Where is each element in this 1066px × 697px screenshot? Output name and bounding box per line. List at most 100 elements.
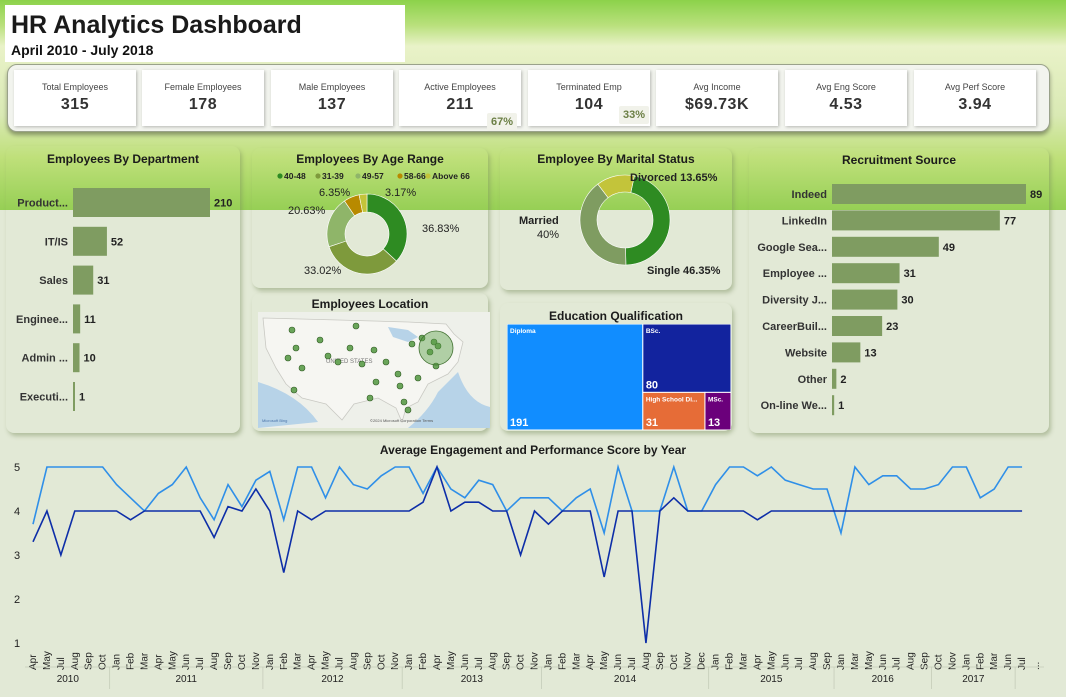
x-tick-label: Jul [1017, 657, 1028, 670]
legend-label: Above 66 [432, 171, 470, 181]
bar-value-label: 52 [111, 236, 123, 248]
bar [832, 395, 835, 416]
bar-value-label: 210 [214, 198, 232, 210]
bar-category-label: LinkedIn [782, 215, 828, 227]
bar-category-label: On-line We... [761, 400, 827, 412]
page-title: HR Analytics Dashboard [11, 11, 302, 39]
terminated-pct-badge: 33% [619, 106, 650, 124]
y-tick-label: 2 [14, 594, 20, 606]
bar-value-label: 31 [97, 275, 109, 287]
bar [832, 289, 898, 310]
bar [832, 342, 861, 363]
kpi-value: $69.73K [685, 96, 749, 113]
donut-data-label: 33.02% [304, 265, 342, 277]
kpi-card[interactable]: Avg Income $69.73K [656, 70, 778, 126]
kpi-value: 211 [446, 96, 474, 113]
legend-marker [277, 173, 283, 179]
bar-category-label: Enginee... [16, 314, 68, 326]
map-credit: Microsoft Bing [262, 418, 287, 423]
age-card: Employees By Age Range 40-48 31-39 49-57 58… [252, 148, 488, 288]
map-marker [400, 398, 408, 406]
bar [73, 188, 210, 217]
kpi-label: Avg Income [693, 82, 741, 92]
donut-data-label: 20.63% [288, 205, 326, 217]
x-tick-label: Jun [878, 654, 889, 670]
map-marker [284, 354, 292, 362]
legend-label: 40-48 [284, 171, 306, 181]
x-tick-label: Apr [752, 654, 763, 670]
score-trend-chart: 12345Apr May Jul Aug Sep Oct Jan Feb Mar Apr May Ju… [14, 462, 1044, 689]
map-marker [358, 360, 366, 368]
bar [73, 265, 94, 295]
map-country-label: UNITED STATES [326, 359, 372, 365]
legend-marker [355, 173, 361, 179]
x-tick-label: Jul [474, 657, 485, 670]
bar [73, 226, 107, 256]
bar-category-label: Indeed [792, 189, 827, 201]
y-tick-label: 3 [14, 550, 20, 562]
bar-category-label: Sales [39, 275, 68, 287]
treemap-label: High School Di... [646, 396, 698, 403]
kpi-card[interactable]: Total Employees 315 [14, 70, 136, 126]
y-tick-label: 1 [14, 638, 20, 650]
bar-value-label: 10 [84, 353, 96, 365]
map-marker [370, 346, 378, 354]
y-tick-label: 4 [14, 506, 20, 518]
x-tick-label: Jan [961, 654, 972, 670]
marital-card: Employee By Marital Status Single 46.35%… [500, 148, 732, 290]
bar [832, 210, 1000, 231]
x-tick-label: Jan [265, 654, 276, 670]
x-tick-label: Jan [543, 654, 554, 670]
x-tick-label: Oct [516, 654, 527, 670]
map-marker [298, 364, 306, 372]
x-tick-label: Jul [195, 657, 206, 670]
recruitment-card: Recruitment Source Indeed 89 LinkedIn 77 Goo… [749, 148, 1049, 433]
x-tick-label: Jun [780, 654, 791, 670]
kpi-card[interactable]: Male Employees 137 [271, 70, 393, 126]
x-tick-label: Jul [794, 657, 805, 670]
map-marker [346, 344, 354, 352]
map-marker [334, 358, 342, 366]
kpi-card[interactable]: Female Employees 178 [142, 70, 264, 126]
department-chart: Product... 210 IT/IS 52 Sales 31 Enginee... 11 A… [16, 188, 232, 411]
bar-category-label: IT/IS [45, 236, 68, 248]
x-tick-label: Oct [933, 654, 944, 670]
x-tick-label: Apr [585, 654, 596, 670]
treemap-cell [507, 324, 644, 430]
bar-category-label: Google Sea... [757, 242, 827, 254]
x-tick-label: Apr [28, 654, 39, 670]
year-label: 2012 [321, 674, 344, 685]
x-tick-label: Jul [334, 657, 345, 670]
map-marker [396, 382, 404, 390]
map-cluster-marker [418, 330, 454, 366]
kpi-card[interactable]: Avg Eng Score 4.53 [785, 70, 907, 126]
legend-label: 31-39 [322, 171, 344, 181]
x-tick-label: Jul [56, 657, 67, 670]
legend-marker [425, 173, 431, 179]
map-marker [292, 344, 300, 352]
donut-data-label: Married [519, 215, 559, 227]
bar [73, 382, 75, 411]
map-marker [290, 386, 298, 394]
bar [832, 236, 939, 257]
legend-marker [397, 173, 403, 179]
bar-value-label: 13 [864, 347, 876, 359]
year-label: 2015 [760, 674, 783, 685]
map-marker [324, 352, 332, 360]
bar-category-label: Product... [17, 198, 68, 210]
location-map[interactable]: UNITED STATES Microsoft Bing ©2024 Micro… [258, 312, 490, 428]
map-marker [408, 340, 416, 348]
year-label: 2017 [962, 674, 985, 685]
bar-category-label: Admin ... [22, 353, 68, 365]
bar [73, 343, 80, 373]
bar-value-label: 77 [1004, 215, 1016, 227]
bar-value-label: 89 [1030, 189, 1042, 201]
year-label: 2014 [614, 674, 637, 685]
year-label: 2010 [57, 674, 80, 685]
age-chart: 40-48 31-39 49-57 58-66 Above 66 36.83% 33.02%… [277, 171, 470, 277]
x-tick-label: Jan [112, 654, 123, 670]
map-marker [316, 336, 324, 344]
kpi-card[interactable]: Avg Perf Score 3.94 [914, 70, 1036, 126]
donut-data-label: 40% [537, 229, 559, 241]
map-marker [372, 378, 380, 386]
